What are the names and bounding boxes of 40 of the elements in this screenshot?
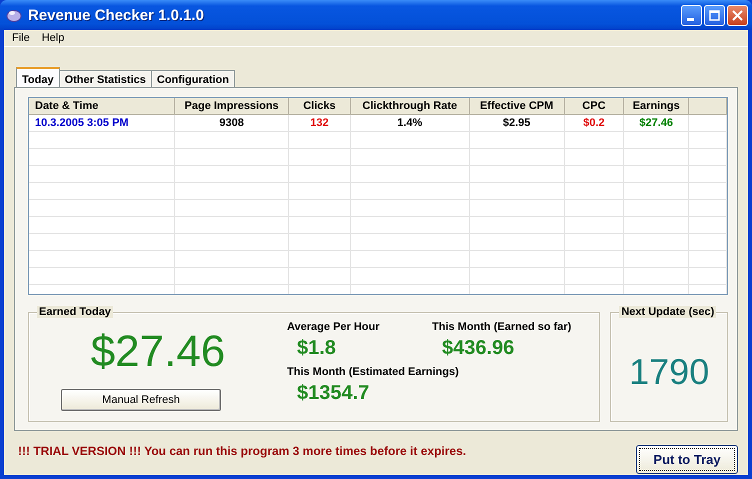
earned-amount: $27.46: [90, 327, 226, 377]
countdown-value: 1790: [629, 351, 710, 393]
minimize-icon: [687, 18, 694, 20]
column-header[interactable]: Clickthrough Rate: [350, 98, 470, 114]
group-title: Next Update (sec): [619, 306, 716, 318]
table-cell: 1.4%: [350, 114, 470, 132]
column-header[interactable]: Date & Time: [29, 98, 175, 114]
tab[interactable]: Other Statistics: [58, 70, 152, 87]
app-icon: [6, 7, 22, 23]
window-title: Revenue Checker 1.0.1.0: [28, 6, 205, 24]
estimate-label: This Month (Estimated Earnings): [287, 366, 459, 378]
trial-notice: !!! TRIAL VERSION !!! You can run this program 3 more times before it expires.: [18, 444, 466, 458]
column-header[interactable]: Earnings: [624, 98, 689, 114]
estimate-value: $1354.7: [296, 382, 370, 405]
column-header[interactable]: Clicks: [288, 98, 350, 114]
table-cell: 9308: [174, 114, 289, 132]
column-header[interactable]: Page Impressions: [174, 98, 289, 114]
table-cell: $27.46: [624, 114, 689, 132]
table-cell: $2.95: [469, 114, 564, 132]
close-icon: [732, 10, 743, 20]
close-button[interactable]: [727, 4, 748, 26]
maximize-button[interactable]: [704, 4, 725, 26]
manual-refresh-button[interactable]: Manual Refresh: [61, 389, 221, 411]
column-header[interactable]: Effective CPM: [469, 98, 564, 114]
maximize-icon: [709, 10, 720, 20]
put-to-tray-button[interactable]: Put to Tray: [636, 445, 738, 474]
average-label: Average Per Hour: [287, 321, 380, 333]
tab[interactable]: Configuration: [150, 70, 235, 87]
month-earned-value: $436.96: [441, 337, 516, 360]
average-value: $1.8: [296, 337, 337, 360]
tab[interactable]: Today: [16, 67, 60, 87]
column-header[interactable]: CPC: [564, 98, 624, 114]
table-cell: 10.3.2005 3:05 PM: [29, 114, 175, 132]
group-title: Earned Today: [37, 306, 113, 318]
table-cell: 132: [288, 114, 350, 132]
minimize-button[interactable]: [681, 4, 702, 26]
month-earned-label: This Month (Earned so far): [432, 321, 572, 333]
table-cell: $0.2: [564, 114, 624, 132]
menu-item[interactable]: Help: [36, 32, 70, 44]
menu-item[interactable]: File: [6, 32, 36, 44]
